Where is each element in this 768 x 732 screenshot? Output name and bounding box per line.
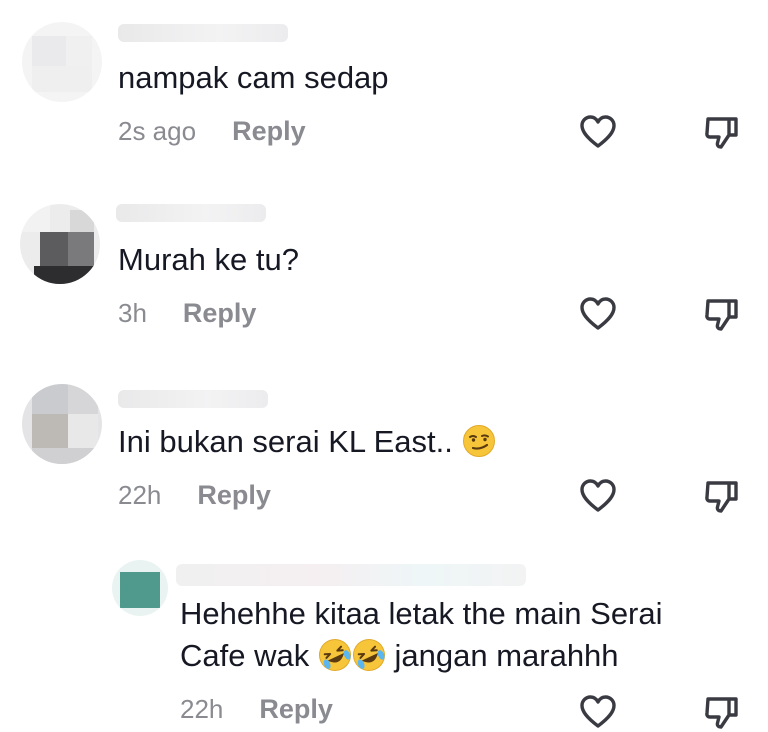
username-blurred[interactable] <box>118 390 268 408</box>
comment-text: Ini bukan serai KL East.. <box>118 420 496 464</box>
thumbs-down-outline-icon[interactable] <box>702 112 742 152</box>
rolling-on-floor-laughing-emoji <box>318 639 351 671</box>
comment-item: Ini bukan serai KL East.. 22h Reply <box>0 362 768 542</box>
rolling-on-floor-laughing-emoji <box>352 639 385 671</box>
comment-item: nampak cam sedap 2s ago Reply <box>0 0 768 180</box>
avatar[interactable] <box>112 560 168 616</box>
heart-outline-icon[interactable] <box>578 112 618 152</box>
avatar[interactable] <box>20 204 100 284</box>
avatar[interactable] <box>22 384 102 464</box>
comment-text-line: Cafe wak jangan marahhh <box>180 634 663 678</box>
thumbs-down-outline-icon[interactable] <box>702 294 742 334</box>
smirking-face-emoji <box>462 425 495 457</box>
reply-button[interactable]: Reply <box>259 694 333 725</box>
username-blurred[interactable] <box>118 24 288 42</box>
comment-text-line: Hehehhe kitaa letak the main Serai <box>180 596 663 631</box>
username-blurred[interactable] <box>116 204 266 222</box>
reply-comment-item: Hehehhe kitaa letak the main Serai Cafe … <box>0 542 768 729</box>
heart-outline-icon[interactable] <box>578 476 618 516</box>
avatar[interactable] <box>22 22 102 102</box>
comment-text: Hehehhe kitaa letak the main Serai Cafe … <box>180 592 663 678</box>
comment-meta: 22h Reply <box>180 694 333 725</box>
thumbs-down-outline-icon[interactable] <box>702 692 742 732</box>
comment-timestamp: 22h <box>180 694 224 724</box>
thumbs-down-outline-icon[interactable] <box>702 476 742 516</box>
comment-meta: 2s ago Reply <box>118 116 306 147</box>
heart-outline-icon[interactable] <box>578 692 618 732</box>
heart-outline-icon[interactable] <box>578 294 618 334</box>
reply-button[interactable]: Reply <box>232 116 306 147</box>
comment-timestamp: 22h <box>118 480 162 510</box>
comment-meta: 22h Reply <box>118 480 271 511</box>
comment-text: nampak cam sedap <box>118 60 389 95</box>
comment-meta: 3h Reply <box>118 298 256 329</box>
reply-button[interactable]: Reply <box>197 480 271 511</box>
reply-button[interactable]: Reply <box>183 298 257 329</box>
comment-timestamp: 3h <box>118 298 147 328</box>
comment-text: Murah ke tu? <box>118 242 299 277</box>
comment-item: Murah ke tu? 3h Reply <box>0 180 768 362</box>
comment-timestamp: 2s ago <box>118 116 197 146</box>
username-blurred[interactable] <box>176 564 526 586</box>
